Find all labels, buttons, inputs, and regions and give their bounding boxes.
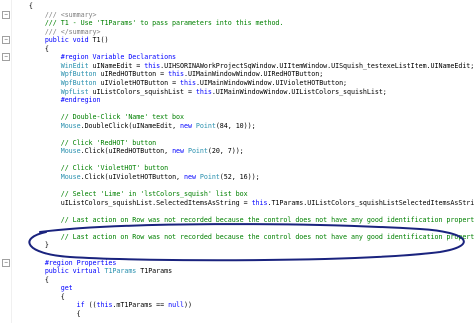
code-token: // Last action on Row was not recorded b…	[60, 232, 474, 241]
code-token: // Last action on Row was not recorded b…	[60, 215, 474, 224]
code-line[interactable]: #endregion	[13, 95, 101, 105]
collapse-toggle-icon[interactable]: −	[2, 10, 10, 19]
code-token: T1Params	[104, 267, 137, 276]
code-token: (84, 10));	[215, 121, 256, 130]
collapse-toggle-icon[interactable]: −	[2, 53, 10, 62]
code-token: .DoubleClick(uINameEdit,	[80, 121, 181, 130]
code-line[interactable]: Mouse.DoubleClick(uINameEdit, new Point(…	[13, 121, 256, 131]
code-line[interactable]: Mouse.Click(uIVioletHOTButton, new Point…	[13, 172, 260, 182]
code-token: #endregion	[60, 96, 101, 105]
code-token: Point	[199, 173, 220, 181]
code-token: new	[172, 147, 188, 156]
code-token: this	[195, 87, 212, 96]
collapse-toggle-icon[interactable]: −	[2, 36, 10, 45]
code-token: {	[76, 309, 81, 318]
code-token: this	[96, 301, 113, 310]
code-line[interactable]: }	[13, 240, 49, 250]
code-token: this	[251, 198, 268, 207]
code-token: .T1Params.UIListColors_squishListSelecte…	[267, 198, 474, 207]
code-token: (52, 16));	[219, 173, 260, 181]
code-token: ((	[88, 301, 97, 310]
code-token: public virtual	[44, 267, 105, 276]
collapse-toggle-icon[interactable]: −	[2, 258, 10, 267]
code-line[interactable]: Mouse.Click(uIRedHOTButton, new Point(20…	[13, 146, 244, 156]
code-token: uIListColors_squishList.SelectedItemsAsS…	[60, 198, 252, 207]
code-token: ))	[184, 301, 192, 310]
code-token: .mT1Params ==	[112, 301, 169, 310]
code-token: }	[44, 241, 49, 250]
code-token: Mouse	[60, 147, 81, 156]
code-line[interactable]: uIListColors_squishList.SelectedItemsAsS…	[13, 198, 474, 208]
code-line[interactable]: // Last action on Row was not recorded b…	[13, 232, 474, 242]
code-token: uIListColors_squishList =	[88, 87, 196, 96]
code-token: Point	[187, 147, 208, 156]
code-token: Point	[195, 121, 216, 130]
code-editor[interactable]: { /// <summary> /// T1 - Use 'T1Params' …	[0, 0, 474, 323]
code-token: new	[180, 121, 196, 130]
code-token: public void	[44, 36, 93, 45]
code-token: Mouse	[60, 173, 81, 181]
code-token: T1Params	[136, 267, 173, 276]
code-token: .UIMainWindowWindow.UIListColors_squishL…	[211, 87, 387, 96]
code-token: new	[184, 173, 200, 181]
editor-gutter	[0, 0, 12, 323]
code-token: .Click(uIVioletHOTButton,	[80, 173, 184, 181]
code-token: .Click(uIRedHOTButton,	[80, 147, 173, 156]
code-token: T1()	[92, 36, 109, 45]
code-token: (20, 7));	[207, 147, 244, 156]
code-line[interactable]: // Last action on Row was not recorded b…	[13, 215, 474, 225]
code-token: Mouse	[60, 121, 81, 130]
code-token: null	[168, 301, 184, 310]
code-line[interactable]: {	[13, 309, 81, 319]
